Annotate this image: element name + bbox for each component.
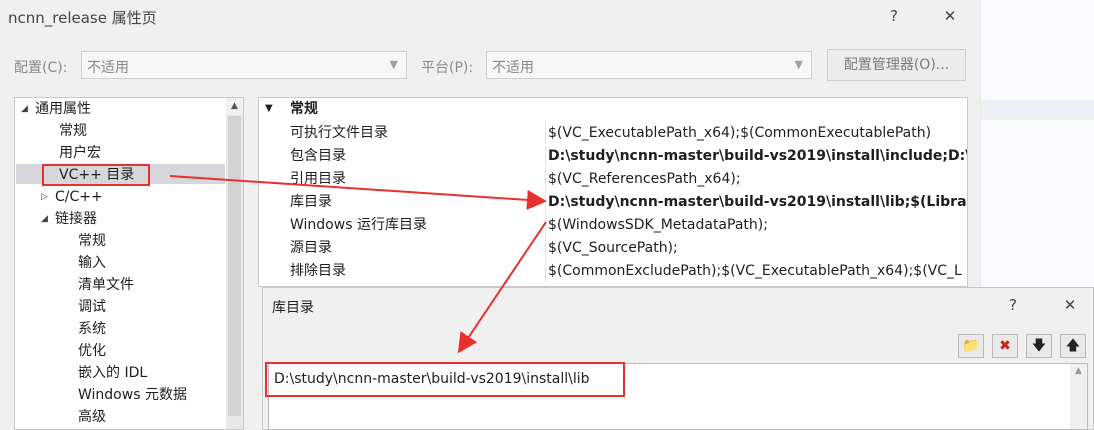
move-down-button[interactable]: 🡇 xyxy=(1026,334,1052,358)
new-line-button[interactable]: 📁 xyxy=(958,334,984,358)
grid-row-value[interactable]: $(CommonExcludePath);$(VC_ExecutablePath… xyxy=(548,260,967,282)
help-button[interactable]: ? xyxy=(882,7,906,25)
expanded-triangle-icon[interactable]: ◢ xyxy=(41,208,55,230)
tree-item-linker-system[interactable]: 系统 xyxy=(78,318,106,340)
grid-row[interactable]: 排除目录 $(CommonExcludePath);$(VC_Executabl… xyxy=(259,260,967,282)
grid-row[interactable]: 可执行文件目录 $(VC_ExecutablePath_x64);$(Commo… xyxy=(259,122,967,144)
config-value: 不适用 xyxy=(87,60,129,76)
grid-row-value[interactable]: $(VC_SourcePath); xyxy=(548,237,967,259)
tree-item-linker-optimization[interactable]: 优化 xyxy=(78,340,106,362)
dialog-title: 库目录 xyxy=(272,300,314,316)
collapsed-triangle-icon[interactable]: ▷ xyxy=(41,186,55,208)
grid-category-label: 常规 xyxy=(290,101,318,117)
tree-item-linker-input[interactable]: 输入 xyxy=(78,252,106,274)
grid-row-name: Windows 运行库目录 xyxy=(290,214,546,236)
highlight-box-library-path xyxy=(265,362,625,397)
grid-row-name: 排除目录 xyxy=(290,260,546,282)
dialog-close-button[interactable]: ✕ xyxy=(1058,296,1082,314)
grid-row[interactable]: 包含目录 D:\study\ncnn-master\build-vs2019\i… xyxy=(259,145,967,167)
chevron-down-icon: ▼ xyxy=(794,58,803,71)
platform-label: 平台(P): xyxy=(421,60,474,76)
chevron-down-icon: ▼ xyxy=(389,58,398,71)
grid-row-name: 可执行文件目录 xyxy=(290,122,546,144)
grid-category-row[interactable]: ▼ 常规 xyxy=(259,98,967,120)
property-grid[interactable]: ▼ 常规 可执行文件目录 $(VC_ExecutablePath_x64);$(… xyxy=(258,97,968,287)
grid-row[interactable]: 源目录 $(VC_SourcePath); xyxy=(259,237,967,259)
config-select[interactable]: 不适用 ▼ xyxy=(81,51,407,79)
grid-row-value[interactable]: D:\study\ncnn-master\build-vs2019\instal… xyxy=(548,191,967,213)
grid-row-name: 源目录 xyxy=(290,237,546,259)
arrow-up-icon: 🡅 xyxy=(1065,338,1081,354)
platform-value: 不适用 xyxy=(492,60,534,76)
expanded-triangle-icon[interactable]: ◢ xyxy=(21,98,35,120)
grid-row-value[interactable]: $(WindowsSDK_MetadataPath); xyxy=(548,214,967,236)
tree-item-linker-general[interactable]: 常规 xyxy=(78,230,106,252)
tree-item-c-cpp[interactable]: ▷ C/C++ xyxy=(41,186,103,208)
grid-row[interactable]: 库目录 D:\study\ncnn-master\build-vs2019\in… xyxy=(259,191,967,213)
tree-item-linker-debugging[interactable]: 调试 xyxy=(78,296,106,318)
grid-row-name: 包含目录 xyxy=(290,145,546,167)
delete-line-button[interactable]: ✖ xyxy=(992,334,1018,358)
config-label: 配置(C): xyxy=(14,60,68,76)
grid-row-name: 库目录 xyxy=(290,191,546,213)
tree-item-general[interactable]: 常规 xyxy=(59,120,87,142)
tree-scrollbar[interactable]: ▲ xyxy=(226,98,243,429)
folder-icon: 📁 xyxy=(962,338,980,354)
scroll-up-icon[interactable]: ▲ xyxy=(226,98,243,115)
window-title: ncnn_release 属性页 xyxy=(8,9,157,27)
tree-item-linker-manifest[interactable]: 清单文件 xyxy=(78,274,134,296)
arrow-down-icon: 🡇 xyxy=(1031,338,1047,354)
list-scrollbar[interactable]: ▲ xyxy=(1070,364,1087,429)
highlight-box-vc-directories xyxy=(42,164,150,186)
grid-row-value[interactable]: $(VC_ReferencesPath_x64); xyxy=(548,168,967,190)
grid-row-value[interactable]: D:\study\ncnn-master\build-vs2019\instal… xyxy=(548,145,967,167)
scroll-thumb[interactable] xyxy=(228,116,241,416)
configuration-manager-button[interactable]: 配置管理器(O)... xyxy=(827,49,966,81)
delete-icon: ✖ xyxy=(999,338,1011,354)
dialog-help-button[interactable]: ? xyxy=(1001,296,1025,314)
tree-item-linker-embedded-idl[interactable]: 嵌入的 IDL xyxy=(78,362,147,384)
tree-item-user-macros[interactable]: 用户宏 xyxy=(59,142,101,164)
grid-row[interactable]: 引用目录 $(VC_ReferencesPath_x64); xyxy=(259,168,967,190)
tree-item-linker-advanced[interactable]: 高级 xyxy=(78,406,106,428)
collapse-triangle-icon[interactable]: ▼ xyxy=(265,98,273,120)
tree-item-common-properties[interactable]: ◢ 通用属性 xyxy=(21,98,91,120)
close-button[interactable]: ✕ xyxy=(938,7,962,25)
grid-row-value[interactable]: $(VC_ExecutablePath_x64);$(CommonExecuta… xyxy=(548,122,967,144)
tree-item-linker[interactable]: ◢ 链接器 xyxy=(41,208,97,230)
move-up-button[interactable]: 🡅 xyxy=(1060,334,1086,358)
platform-select[interactable]: 不适用 ▼ xyxy=(486,51,812,79)
scroll-up-icon[interactable]: ▲ xyxy=(1070,366,1087,376)
grid-row[interactable]: Windows 运行库目录 $(WindowsSDK_MetadataPath)… xyxy=(259,214,967,236)
tree-item-linker-windows-metadata[interactable]: Windows 元数据 xyxy=(78,384,187,406)
property-tree[interactable]: ◢ 通用属性 常规 用户宏 VC++ 目录 ▷ C/C++ ◢ 链接器 常规 输入 清… xyxy=(14,97,244,430)
grid-row-name: 引用目录 xyxy=(290,168,546,190)
